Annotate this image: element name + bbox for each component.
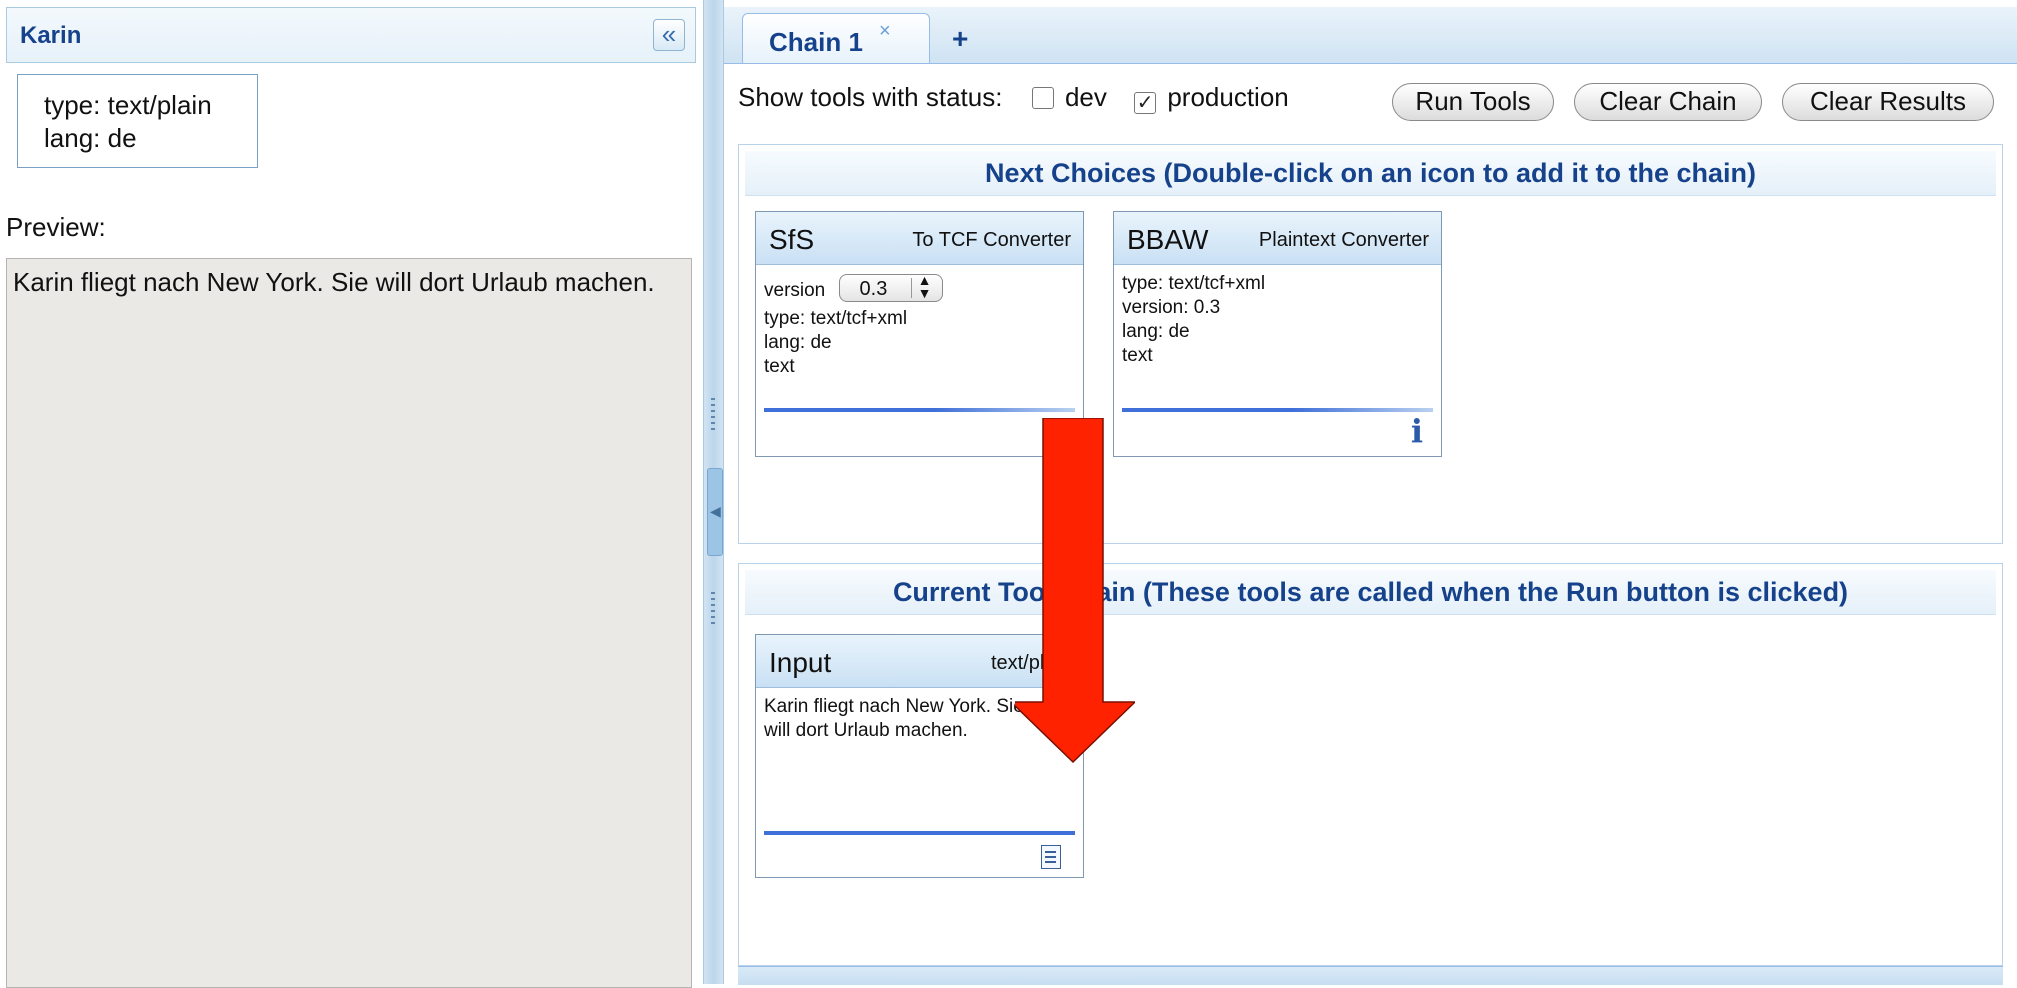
left-panel-header: Karin « (6, 7, 696, 63)
dev-label: dev (1064, 82, 1107, 112)
tool-detail-line: version: 0.3 (1122, 297, 1221, 318)
info-icon[interactable]: i (1411, 412, 1423, 450)
add-tab-button[interactable]: + (952, 23, 968, 55)
version-label: version (764, 280, 826, 301)
metadata-lang: lang: de (44, 123, 137, 153)
checkmark-icon: ✓ (1134, 92, 1157, 114)
status-filter-row: Show tools with status: dev ✓ production (738, 82, 1289, 114)
tool-card-bar (1122, 408, 1433, 412)
tab-chain-1[interactable]: Chain 1 × (742, 13, 930, 63)
tool-name: BBAW (1127, 224, 1209, 255)
preview-label: Preview: (6, 212, 106, 242)
tool-detail-line: text (764, 356, 795, 377)
double-chevron-left-icon: « (661, 19, 677, 49)
version-stepper[interactable]: 0.3 ▲ ▼ (838, 272, 943, 302)
tool-details: version 0.3 ▲ ▼ type: text/tcf+xml lang: … (764, 272, 943, 379)
tool-detail-line: lang: de (1122, 321, 1190, 342)
panel-splitter[interactable]: ◀ (703, 0, 724, 984)
status-filter-label: Show tools with status: (738, 82, 1003, 112)
current-tool-chain-title: Current Tool Chain (These tools are call… (745, 570, 1996, 615)
production-label: production (1167, 82, 1289, 112)
tool-details: Karin fliegt nach New York. Sie will dor… (764, 695, 1024, 743)
tool-detail-line: type: text/tcf+xml (764, 308, 908, 329)
tool-details: type: text/tcf+xml version: 0.3 lang: de… (1122, 272, 1265, 368)
collapse-panel-button[interactable]: « (653, 19, 685, 51)
version-value: 0.3 (859, 278, 888, 300)
tool-card-bar (764, 831, 1075, 835)
next-choices-title: Next Choices (Double-click on an icon to… (745, 151, 1996, 196)
tool-card-header: SfS To TCF Converter (756, 212, 1083, 265)
document-icon[interactable] (1041, 845, 1061, 869)
tool-detail-line: will dort Urlaub machen. (764, 720, 968, 741)
stepper-divider (910, 278, 912, 298)
preview-text: Karin fliegt nach New York. Sie will dor… (13, 267, 655, 297)
splitter-grip-bottom (711, 592, 715, 628)
splitter-grip-top (711, 398, 715, 434)
right-panel: Chain 1 × + Show tools with status: dev … (724, 0, 2017, 985)
run-tools-button[interactable]: Run Tools (1392, 83, 1554, 121)
tool-name: SfS (769, 224, 815, 255)
metadata-type: type: text/plain (44, 90, 212, 120)
bottom-status-strip (738, 966, 2003, 985)
tool-card-bbaw[interactable]: BBAW Plaintext Converter type: text/tcf+… (1113, 211, 1442, 457)
tab-strip: Chain 1 × + (724, 7, 2017, 64)
tab-label: Chain 1 (769, 27, 863, 57)
tool-detail-line: Karin fliegt nach New York. Sie (764, 696, 1024, 717)
tool-name: Input (769, 647, 832, 678)
left-panel-title: Karin (20, 22, 82, 49)
production-checkbox[interactable]: ✓ (1134, 92, 1157, 114)
next-choices-panel: Next Choices (Double-click on an icon to… (738, 144, 2003, 544)
up-down-arrows-icon: ▲ ▼ (917, 272, 932, 301)
tool-type: To TCF Converter (912, 229, 1071, 251)
tool-detail-line: type: text/tcf+xml (1122, 273, 1266, 294)
metadata-box: type: text/plain lang: de (17, 74, 258, 168)
splitter-collapse-handle[interactable]: ◀ (707, 468, 723, 556)
tool-detail-line: lang: de (764, 332, 832, 353)
preview-text-area[interactable]: Karin fliegt nach New York. Sie will dor… (6, 258, 692, 988)
left-panel: Karin « type: text/plain lang: de Previe… (0, 0, 703, 988)
clear-results-button[interactable]: Clear Results (1782, 83, 1994, 121)
tool-card-bar (764, 408, 1075, 412)
tool-card-header: BBAW Plaintext Converter (1114, 212, 1441, 265)
tool-detail-line: text (1122, 345, 1153, 366)
triangle-left-icon: ◀ (710, 503, 721, 519)
clear-chain-button[interactable]: Clear Chain (1574, 83, 1762, 121)
red-arrow-icon (1015, 418, 1135, 764)
dev-checkbox[interactable] (1031, 87, 1054, 109)
current-tool-chain-panel: Current Tool Chain (These tools are call… (738, 563, 2003, 966)
tool-type: Plaintext Converter (1258, 229, 1429, 251)
close-tab-icon[interactable]: × (879, 20, 891, 43)
